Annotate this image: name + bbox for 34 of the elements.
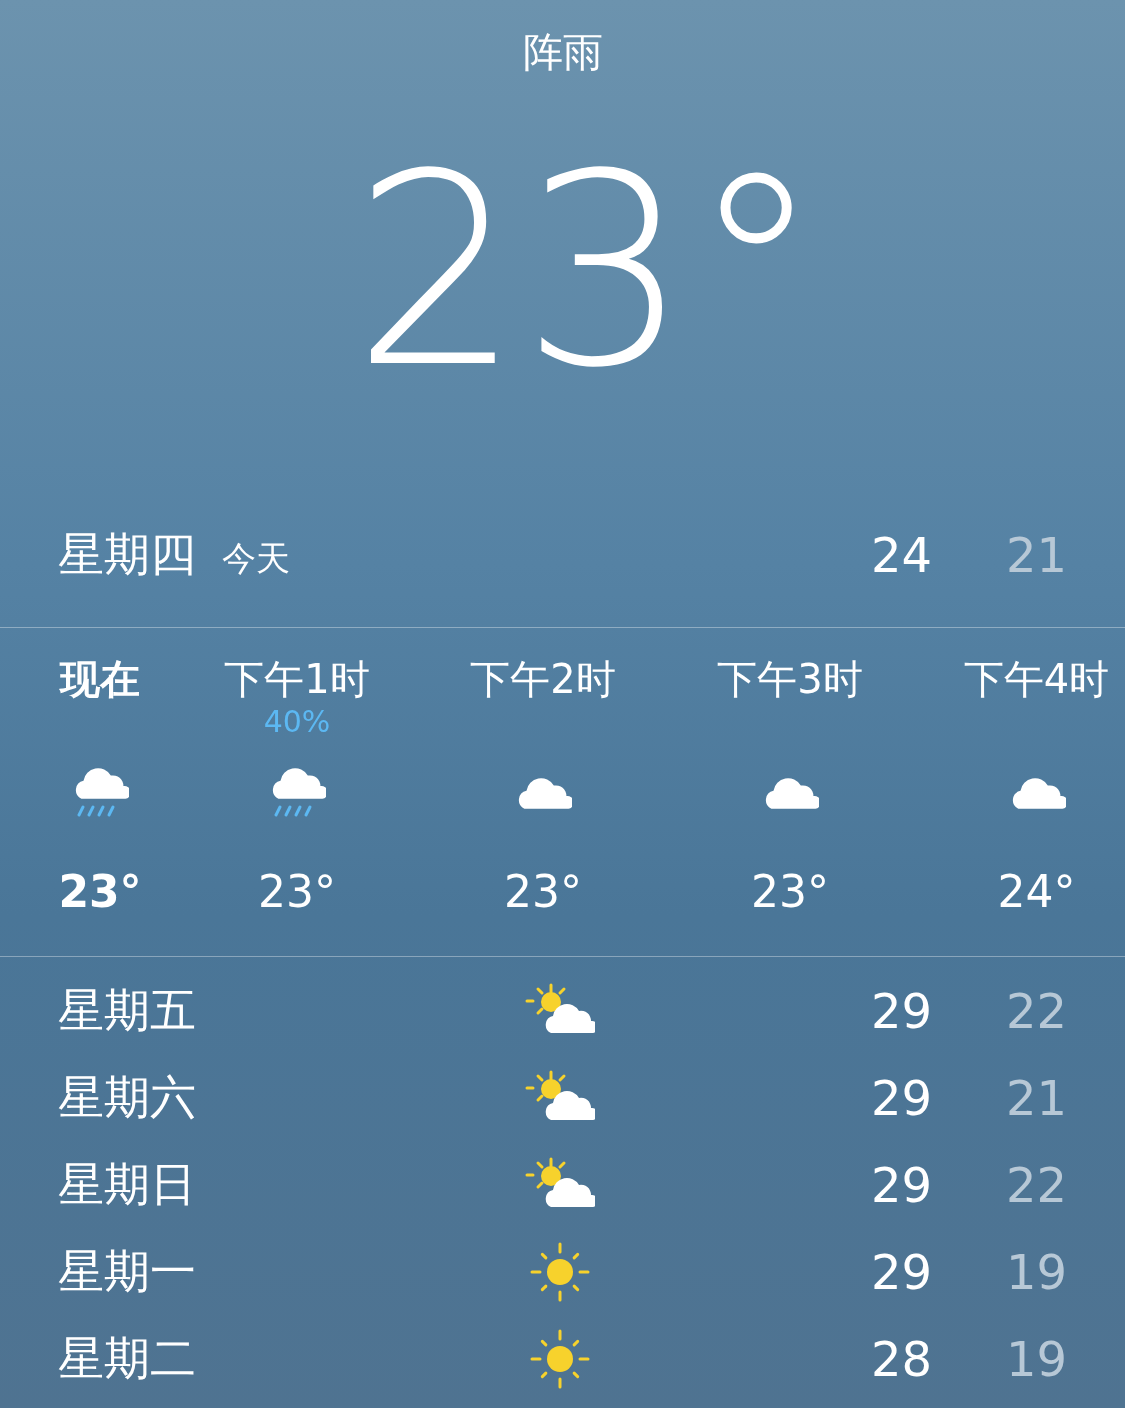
- low-temperature: 19: [1005, 1330, 1067, 1387]
- high-temperature: 29: [870, 1069, 932, 1126]
- today-label: 今天: [222, 536, 290, 580]
- high-temperature: 29: [870, 982, 932, 1039]
- low-temperature: 22: [1005, 982, 1067, 1039]
- current-temperature: 23°: [351, 136, 823, 406]
- low-temperature: 22: [1005, 1156, 1067, 1213]
- hour-label: 下午3时: [717, 658, 863, 700]
- high-temperature: 28: [870, 1330, 932, 1387]
- precipitation-chance: 40%: [263, 704, 331, 740]
- low-temperature: 19: [1005, 1243, 1067, 1300]
- hour-label: 下午2时: [470, 658, 616, 700]
- day-name: 星期五: [58, 981, 196, 1039]
- low-temperature: 21: [1005, 1069, 1067, 1126]
- high-temperature: 24: [870, 526, 932, 583]
- hour-label: 现在: [60, 658, 140, 700]
- hour-temperature: 23°: [751, 866, 829, 918]
- day-name: 星期一: [58, 1242, 196, 1300]
- hour-label: 下午1时: [224, 658, 370, 700]
- hour-temperature: 23°: [58, 866, 142, 918]
- high-temperature: 29: [870, 1243, 932, 1300]
- high-temperature: 29: [870, 1156, 932, 1213]
- day-name: 星期四: [58, 525, 196, 583]
- sun-icon: [530, 1241, 590, 1302]
- low-temperature: 21: [1005, 526, 1067, 583]
- day-name: 星期日: [58, 1155, 196, 1213]
- sun-icon: [530, 1328, 590, 1389]
- hour-temperature: 23°: [258, 866, 336, 918]
- day-name: 星期六: [58, 1068, 196, 1126]
- day-name: 星期二: [58, 1329, 196, 1387]
- hour-label: 下午4时: [963, 658, 1110, 700]
- hour-temperature: 23°: [504, 866, 582, 918]
- weather-condition: 阵雨: [522, 28, 603, 76]
- hour-temperature: 24°: [997, 866, 1076, 918]
